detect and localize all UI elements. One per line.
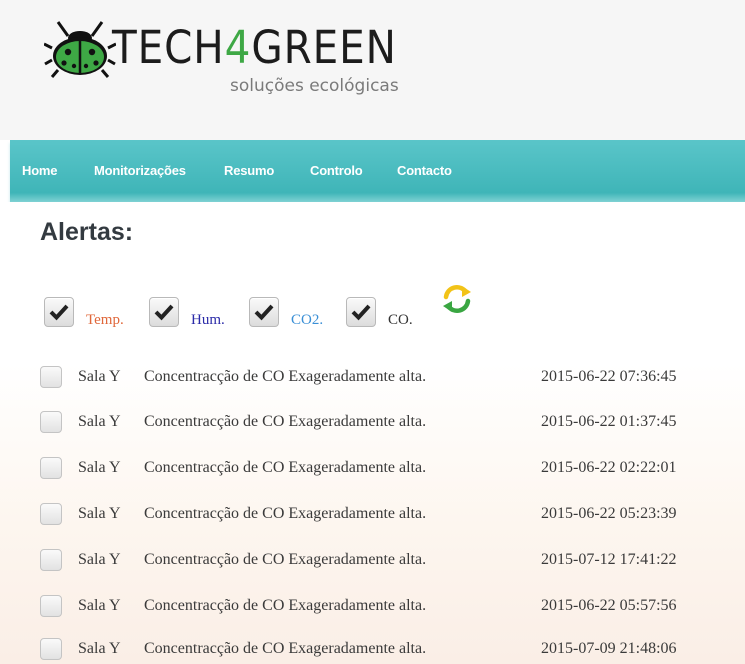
- alert-timestamp: 2015-07-09 21:48:06: [541, 640, 677, 657]
- filter-co2-checkbox[interactable]: [249, 297, 279, 327]
- checkmark-icon: [254, 304, 274, 321]
- nav-item-contacto[interactable]: Contacto: [397, 163, 452, 178]
- alert-room: Sala Y: [78, 505, 121, 522]
- filter-hum-checkbox[interactable]: [149, 297, 179, 327]
- alert-room: Sala Y: [78, 640, 121, 657]
- checkmark-icon: [351, 304, 371, 321]
- alert-room: Sala Y: [78, 368, 121, 385]
- alert-row-checkbox[interactable]: [40, 457, 62, 479]
- alert-row: Sala Y Concentracção de CO Exageradament…: [40, 634, 720, 664]
- checkmark-icon: [154, 304, 174, 321]
- brand-name[interactable]: TECH4GREEN: [112, 22, 397, 74]
- alert-room: Sala Y: [78, 597, 121, 614]
- brand-name-accent: 4: [224, 21, 252, 74]
- alert-row-checkbox[interactable]: [40, 595, 62, 617]
- alert-message: Concentracção de CO Exageradamente alta.: [144, 413, 427, 430]
- alert-row: Sala Y Concentracção de CO Exageradament…: [40, 545, 720, 575]
- alert-row: Sala Y Concentracção de CO Exageradament…: [40, 499, 720, 529]
- main-nav: Home Monitorizações Resumo Controlo Cont…: [10, 140, 745, 202]
- alert-room: Sala Y: [78, 413, 121, 430]
- brand-name-prefix: TECH: [112, 21, 225, 74]
- brand-name-suffix: GREEN: [251, 21, 397, 74]
- filter-temp-checkbox[interactable]: [44, 297, 74, 327]
- nav-item-controlo[interactable]: Controlo: [310, 163, 363, 178]
- refresh-icon[interactable]: [441, 283, 473, 315]
- ladybug-logo-icon[interactable]: [44, 20, 116, 78]
- alert-message: Concentracção de CO Exageradamente alta.: [144, 551, 427, 568]
- alert-message: Concentracção de CO Exageradamente alta.: [144, 368, 427, 385]
- nav-item-resumo[interactable]: Resumo: [224, 163, 274, 178]
- alert-row: Sala Y Concentracção de CO Exageradament…: [40, 591, 720, 621]
- filter-hum-label: Hum.: [191, 312, 225, 328]
- alert-message: Concentracção de CO Exageradamente alta.: [144, 597, 427, 614]
- filter-co-checkbox[interactable]: [346, 297, 376, 327]
- filter-co-label: CO.: [388, 312, 413, 328]
- alert-row-checkbox[interactable]: [40, 503, 62, 525]
- filter-temp-label: Temp.: [86, 312, 124, 328]
- alert-room: Sala Y: [78, 459, 121, 476]
- alert-row-checkbox[interactable]: [40, 549, 62, 571]
- alert-timestamp: 2015-06-22 05:23:39: [541, 505, 677, 522]
- alert-timestamp: 2015-06-22 02:22:01: [541, 459, 677, 476]
- alert-timestamp: 2015-06-22 05:57:56: [541, 597, 677, 614]
- alert-timestamp: 2015-07-12 17:41:22: [541, 551, 677, 568]
- alert-row: Sala Y Concentracção de CO Exageradament…: [40, 407, 720, 437]
- brand-tagline: soluções ecológicas: [230, 76, 399, 96]
- alert-row: Sala Y Concentracção de CO Exageradament…: [40, 453, 720, 483]
- alert-row-checkbox[interactable]: [40, 411, 62, 433]
- alert-message: Concentracção de CO Exageradamente alta.: [144, 505, 427, 522]
- alert-message: Concentracção de CO Exageradamente alta.: [144, 640, 427, 657]
- nav-item-home[interactable]: Home: [22, 163, 58, 178]
- alert-timestamp: 2015-06-22 07:36:45: [541, 368, 677, 385]
- checkmark-icon: [49, 304, 69, 321]
- nav-item-monitorizacoes[interactable]: Monitorizações: [94, 163, 186, 178]
- alert-room: Sala Y: [78, 551, 121, 568]
- site-header: TECH4GREEN soluções ecológicas: [0, 0, 745, 140]
- filter-co2-label: CO2.: [291, 312, 324, 328]
- alert-row-checkbox[interactable]: [40, 366, 62, 388]
- alert-row-checkbox[interactable]: [40, 638, 62, 660]
- alert-timestamp: 2015-06-22 01:37:45: [541, 413, 677, 430]
- alert-row: Sala Y Concentracção de CO Exageradament…: [40, 362, 720, 392]
- alerts-title: Alertas:: [40, 218, 134, 246]
- alert-message: Concentracção de CO Exageradamente alta.: [144, 459, 427, 476]
